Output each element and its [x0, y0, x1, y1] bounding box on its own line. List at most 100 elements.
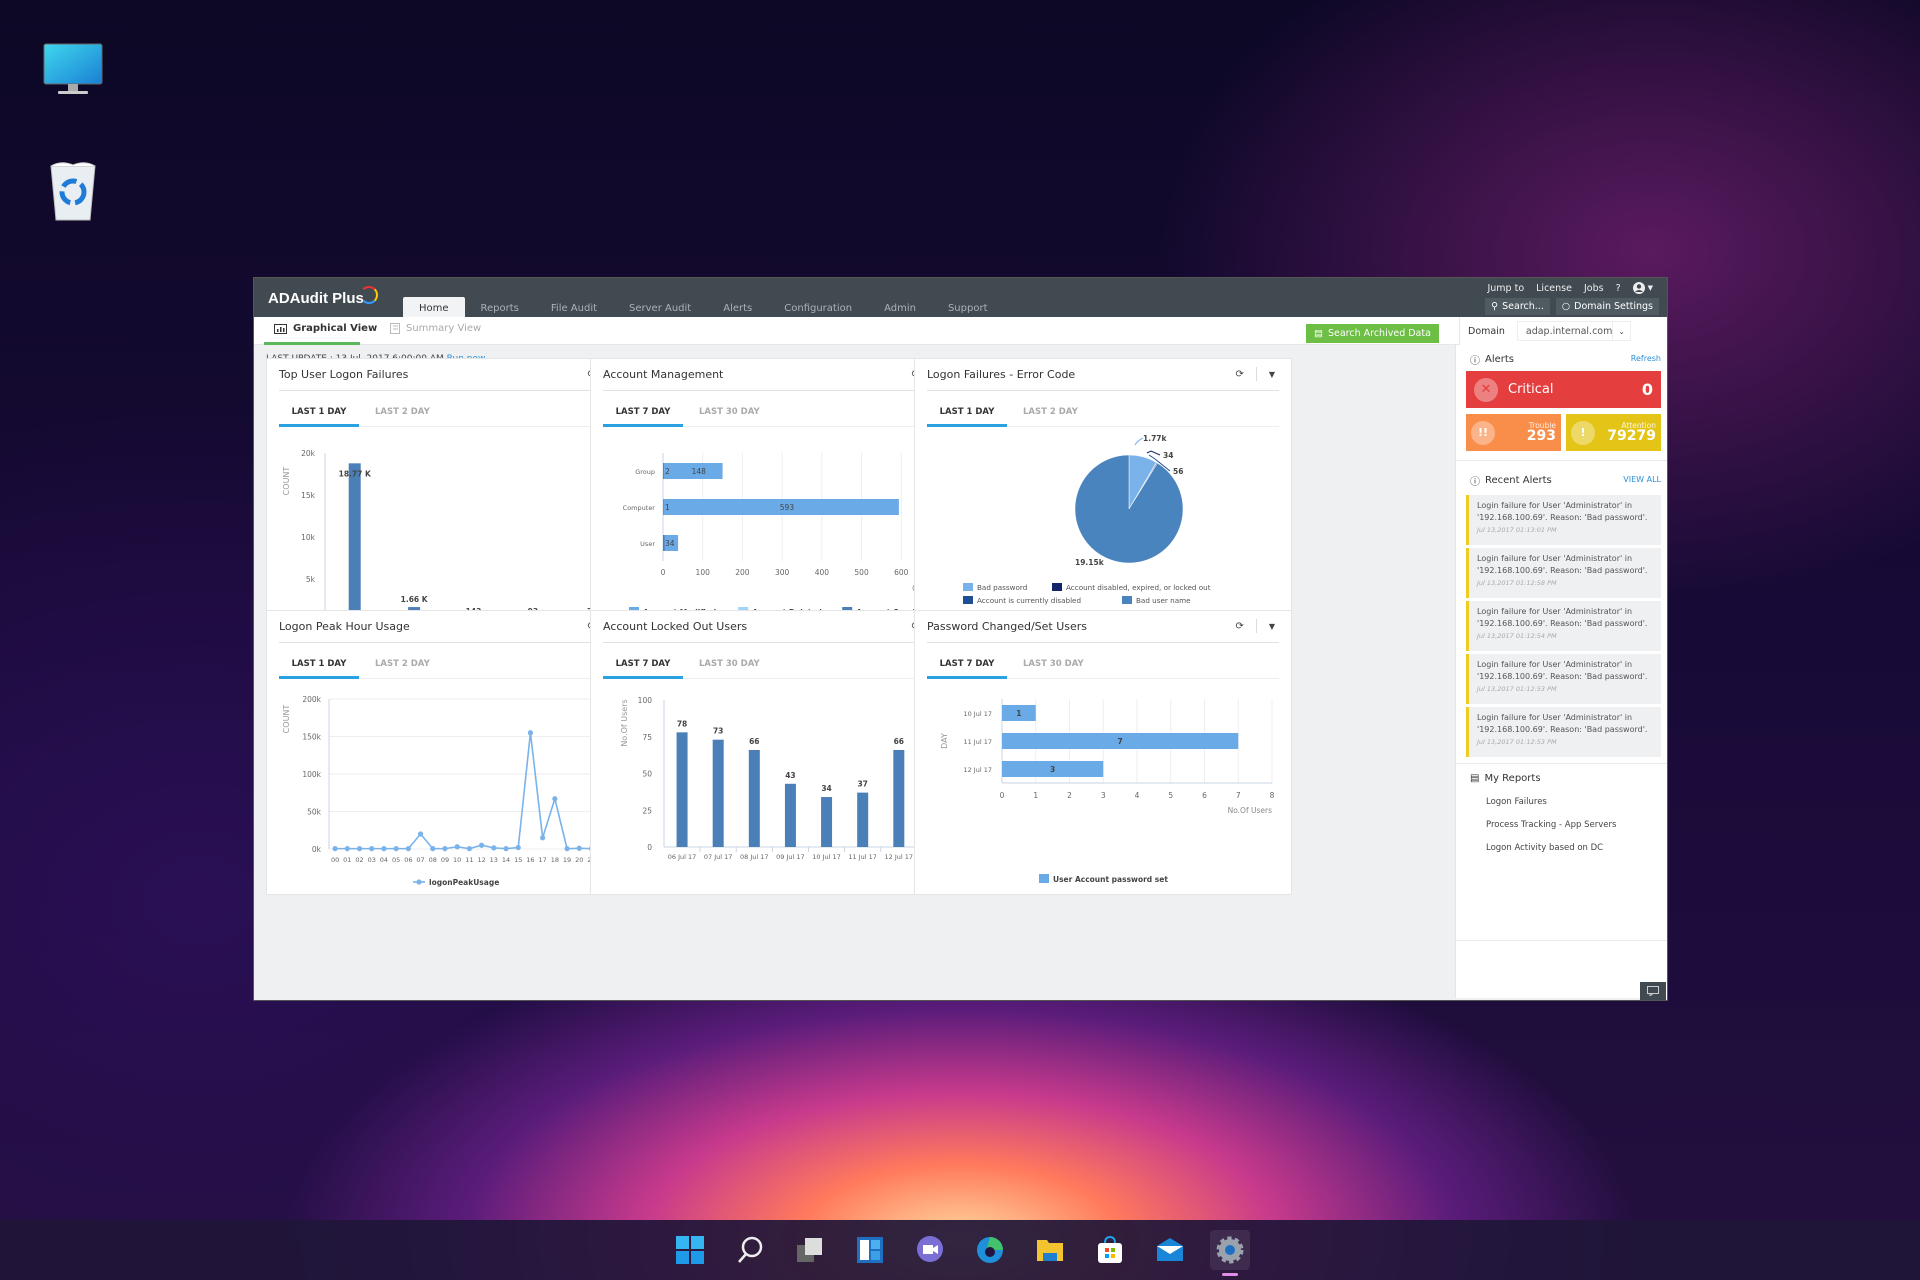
legend-swatch — [963, 583, 973, 591]
data-label: 148 — [692, 467, 707, 476]
windows-logo-icon — [676, 1236, 704, 1264]
nav-tab-configuration[interactable]: Configuration — [768, 297, 868, 317]
search-label: Search... — [1502, 301, 1544, 312]
period-tab[interactable]: LAST 30 DAY — [1023, 657, 1084, 669]
file-explorer-button[interactable] — [1030, 1230, 1070, 1270]
store-button[interactable] — [1090, 1230, 1130, 1270]
search-archived-data-button[interactable]: ▤ Search Archived Data — [1306, 324, 1439, 343]
my-report-link[interactable]: Logon Activity based on DC — [1486, 843, 1603, 853]
y-axis-label: COUNT — [282, 705, 291, 734]
recent-alert-item[interactable]: Login failure for User 'Administrator' i… — [1466, 601, 1661, 651]
divider — [1456, 460, 1667, 461]
jobs-link[interactable]: Jobs — [1584, 283, 1604, 294]
nav-tab-home[interactable]: Home — [403, 297, 465, 317]
chat-button[interactable] — [1640, 982, 1666, 1000]
divider — [603, 642, 955, 643]
mail-button[interactable] — [1150, 1230, 1190, 1270]
data-label: 1.66 K — [401, 595, 429, 604]
widgets-button[interactable] — [850, 1230, 890, 1270]
view-all-link[interactable]: VIEW ALL — [1623, 475, 1661, 484]
period-tab-active[interactable]: LAST 7 DAY — [603, 405, 683, 427]
this-pc-desktop-icon[interactable] — [40, 42, 106, 98]
x-tick-label: 10 — [453, 856, 461, 864]
caret-down-icon[interactable]: ▼ — [1269, 622, 1275, 631]
period-tab[interactable]: LAST 2 DAY — [375, 657, 430, 669]
y-tick-label: 5k — [306, 575, 316, 584]
x-axis-label: No.Of Users — [1228, 806, 1272, 815]
double-exclamation-icon: !! — [1471, 420, 1495, 445]
exclamation-icon: ! — [1571, 420, 1595, 445]
x-tick-label: 12 — [477, 856, 485, 864]
y-tick-label: 50k — [307, 808, 322, 817]
y-tick-label: 150k — [302, 733, 321, 742]
nav-tab-file-audit[interactable]: File Audit — [535, 297, 613, 317]
recent-alert-item[interactable]: Login failure for User 'Administrator' i… — [1466, 654, 1661, 704]
divider — [1255, 619, 1257, 633]
widget-title: Account Management — [603, 368, 724, 381]
data-label: 73 — [713, 727, 723, 736]
settings-button[interactable] — [1210, 1230, 1250, 1276]
period-tab[interactable]: LAST 30 DAY — [699, 405, 760, 417]
nav-tab-support[interactable]: Support — [932, 297, 1004, 317]
x-tick-label: 09 Jul 17 — [776, 853, 805, 861]
app-logo[interactable]: ADAudit Plus — [268, 286, 378, 307]
license-link[interactable]: License — [1536, 283, 1572, 294]
nav-tab-reports[interactable]: Reports — [465, 297, 535, 317]
nav-tab-alerts[interactable]: Alerts — [707, 297, 768, 317]
period-tabs: LAST 7 DAY LAST 30 DAY — [603, 405, 955, 427]
trouble-alerts-tile[interactable]: !! Trouble 293 — [1466, 414, 1561, 451]
store-bag-icon — [1098, 1235, 1122, 1263]
taskbar — [0, 1220, 1920, 1280]
graphical-view-tab[interactable]: Graphical View — [274, 323, 377, 334]
jump-to-link[interactable]: Jump to — [1487, 283, 1524, 294]
help-link[interactable]: ? — [1616, 283, 1621, 294]
recycle-bin-desktop-icon[interactable] — [40, 160, 106, 222]
slice-label: 56 — [1173, 467, 1183, 476]
document-icon — [390, 323, 400, 334]
period-tab-active[interactable]: LAST 1 DAY — [927, 405, 1007, 427]
recent-alert-item[interactable]: Login failure for User 'Administrator' i… — [1466, 707, 1661, 757]
legend-label: User Account password set — [1053, 875, 1168, 884]
recent-alert-item[interactable]: Login failure for User 'Administrator' i… — [1466, 495, 1661, 545]
edge-button[interactable] — [970, 1230, 1010, 1270]
nav-tab-admin[interactable]: Admin — [868, 297, 932, 317]
critical-alerts-tile[interactable]: ✕ Critical 0 — [1466, 371, 1661, 408]
teams-chat-button[interactable] — [910, 1230, 950, 1270]
y-tick-label: 75 — [642, 733, 652, 742]
data-label: 7 — [1118, 737, 1123, 746]
data-label: 1 — [1016, 709, 1021, 718]
period-tab[interactable]: LAST 2 DAY — [375, 405, 430, 417]
domain-settings-button[interactable]: ○ Domain Settings — [1555, 298, 1659, 315]
period-tab-active[interactable]: LAST 7 DAY — [603, 657, 683, 679]
summary-view-tab[interactable]: Summary View — [390, 323, 481, 334]
domain-select[interactable]: adap.internal.com ⌄ — [1516, 321, 1631, 341]
legend-label: Bad password — [977, 583, 1027, 592]
chart-icon — [274, 323, 287, 334]
domain-selector-area: Domain adap.internal.com ⌄ — [1459, 317, 1667, 345]
x-tick-label: 19 — [563, 856, 571, 864]
x-tick-label: 09 — [441, 856, 449, 864]
period-tab-active[interactable]: LAST 1 DAY — [279, 657, 359, 679]
taskbar-search-button[interactable] — [730, 1230, 770, 1270]
start-button[interactable] — [670, 1230, 710, 1270]
my-report-link[interactable]: Process Tracking - App Servers — [1486, 820, 1616, 830]
period-tab-active[interactable]: LAST 7 DAY — [927, 657, 1007, 679]
refresh-icon[interactable]: ⟳ — [1235, 369, 1243, 380]
caret-down-icon[interactable]: ▼ — [1269, 370, 1275, 379]
period-tab[interactable]: LAST 30 DAY — [699, 657, 760, 669]
search-button[interactable]: ⚲ Search... — [1485, 298, 1550, 315]
period-tab[interactable]: LAST 2 DAY — [1023, 405, 1078, 417]
nav-tab-server-audit[interactable]: Server Audit — [613, 297, 707, 317]
legend-label: Account disabled, expired, or locked out — [1066, 583, 1211, 592]
attention-alerts-tile[interactable]: ! Attention 79279 — [1566, 414, 1661, 451]
refresh-icon[interactable]: ⟳ — [1235, 621, 1243, 632]
task-view-button[interactable] — [790, 1230, 830, 1270]
user-menu[interactable]: ▼ — [1632, 282, 1653, 294]
period-tab-active[interactable]: LAST 1 DAY — [279, 405, 359, 427]
recent-alert-item[interactable]: Login failure for User 'Administrator' i… — [1466, 548, 1661, 598]
alerts-refresh-link[interactable]: Refresh — [1631, 354, 1661, 363]
critical-label: Critical — [1508, 382, 1554, 397]
y-tick-label: 10 Jul 17 — [963, 710, 992, 718]
gear-icon: ○ — [1561, 301, 1571, 312]
my-report-link[interactable]: Logon Failures — [1486, 797, 1547, 807]
